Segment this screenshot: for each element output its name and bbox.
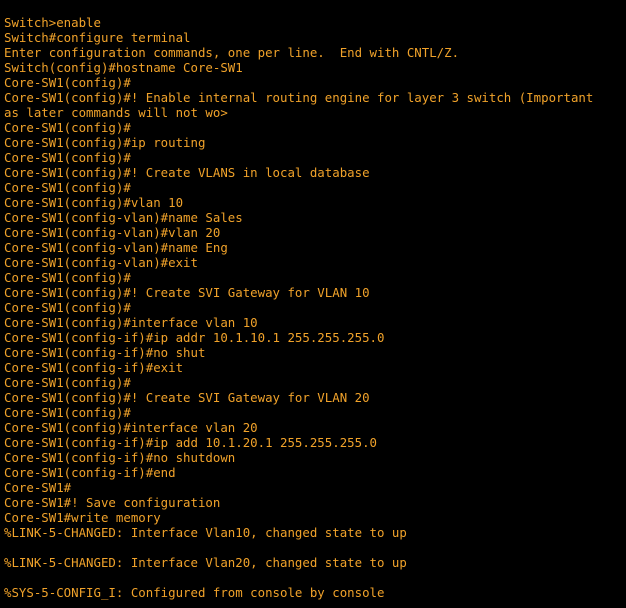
terminal-line: Core-SW1(config)# [4, 300, 131, 315]
terminal-line: Enter configuration commands, one per li… [4, 45, 460, 60]
terminal-line: as later commands will not wo> [4, 105, 228, 120]
terminal-line: Core-SW1(config)#ip routing [4, 135, 206, 150]
terminal-line: Core-SW1(config-vlan)#name Eng [4, 240, 228, 255]
terminal-line: Core-SW1(config-vlan)#name Sales [4, 210, 243, 225]
terminal-line: Core-SW1(config)# [4, 270, 131, 285]
terminal-line: Core-SW1(config)#! Create VLANS in local… [4, 165, 370, 180]
terminal-line: Core-SW1(config)# [4, 405, 131, 420]
terminal-line: Core-SW1(config)# [4, 150, 131, 165]
terminal-line: Core-SW1(config)# [4, 180, 131, 195]
terminal-line: Core-SW1(config)# [4, 120, 131, 135]
terminal-line: %SYS-5-CONFIG_I: Configured from console… [4, 585, 385, 600]
terminal-line: Core-SW1(config)# [4, 375, 131, 390]
terminal-line: Core-SW1(config-if)#ip addr 10.1.10.1 25… [4, 330, 385, 345]
terminal-line: Core-SW1(config-vlan)#vlan 20 [4, 225, 221, 240]
terminal-line: Core-SW1(config)#interface vlan 20 [4, 420, 258, 435]
terminal-line: Core-SW1(config-if)#end [4, 465, 176, 480]
terminal-line: Core-SW1#write memory [4, 510, 161, 525]
terminal-line: %LINK-5-CHANGED: Interface Vlan20, chang… [4, 555, 407, 570]
terminal-line: Core-SW1(config-vlan)#exit [4, 255, 198, 270]
terminal-line: Switch#configure terminal [4, 30, 191, 45]
terminal-line: Core-SW1(config)#! Enable internal routi… [4, 90, 594, 105]
terminal-line: %LINK-5-CHANGED: Interface Vlan10, chang… [4, 525, 407, 540]
terminal-line: Core-SW1(config)#! Create SVI Gateway fo… [4, 285, 370, 300]
terminal-line: Switch>enable [4, 15, 101, 30]
terminal-line: Core-SW1(config-if)#no shutdown [4, 450, 236, 465]
terminal-line: Core-SW1#! Save configuration [4, 495, 221, 510]
terminal-line: Core-SW1(config)#interface vlan 10 [4, 315, 258, 330]
terminal-window[interactable]: Switch>enable Switch#configure terminal En… [0, 0, 626, 608]
terminal-line: Switch(config)#hostname Core-SW1 [4, 60, 243, 75]
terminal-line: Core-SW1(config-if)#ip add 10.1.20.1 255… [4, 435, 377, 450]
terminal-line: Core-SW1# [4, 480, 72, 495]
terminal-line: Core-SW1(config)#vlan 10 [4, 195, 184, 210]
terminal-line: Core-SW1(config)#! Create SVI Gateway fo… [4, 390, 370, 405]
terminal-line: Core-SW1(config-if)#no shut [4, 345, 206, 360]
terminal-line: Core-SW1(config-if)#exit [4, 360, 184, 375]
terminal-line: Core-SW1(config)# [4, 75, 131, 90]
